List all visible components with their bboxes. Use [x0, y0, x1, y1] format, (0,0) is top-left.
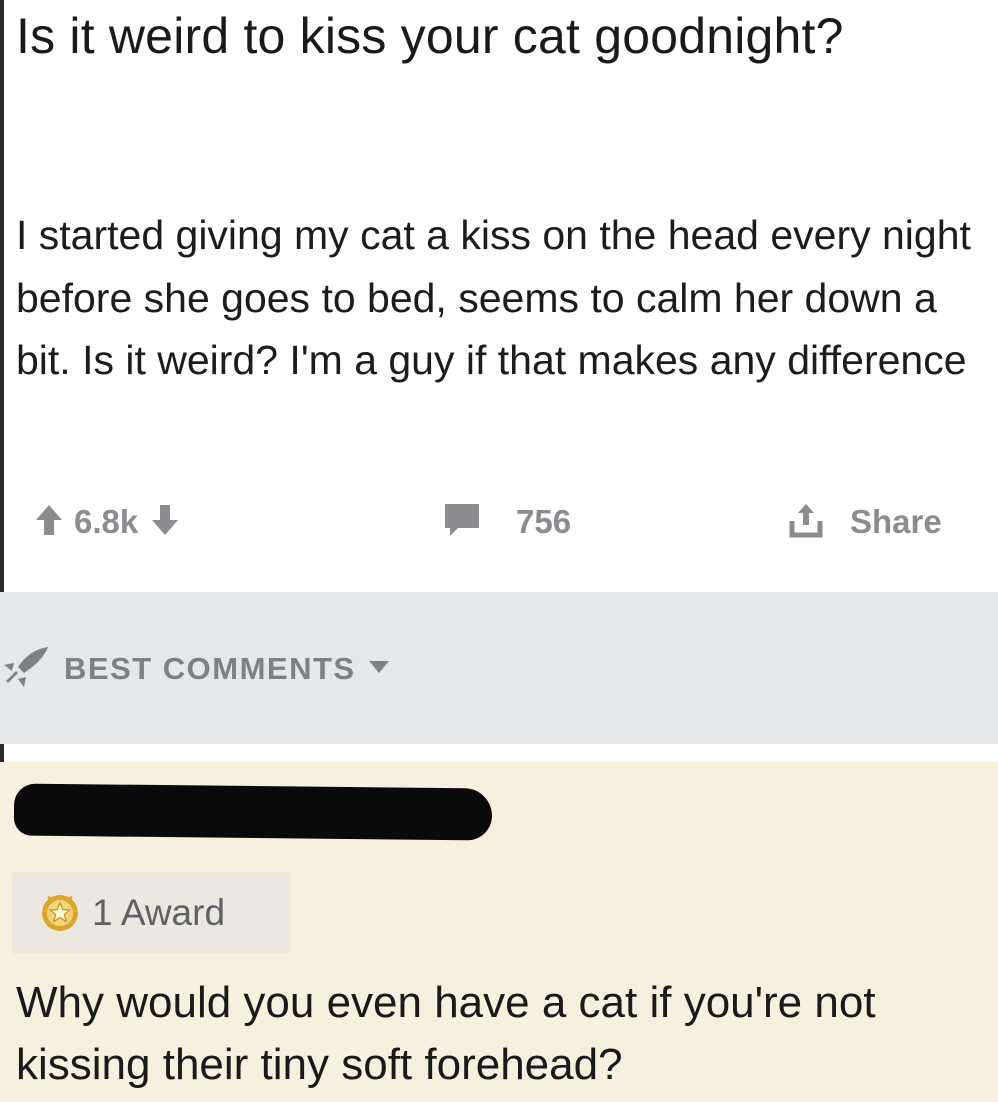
- post-body: I started giving my cat a kiss on the he…: [16, 212, 971, 383]
- share-icon: [788, 501, 824, 544]
- award-badge[interactable]: 1 Award: [12, 872, 290, 954]
- award-label: 1 Award: [92, 892, 226, 933]
- share-label: Share: [850, 503, 942, 540]
- vote-score: 6.8k: [74, 503, 139, 540]
- sort-label: BEST COMMENTS: [64, 651, 356, 686]
- comment-count: 756: [516, 503, 572, 540]
- caret-down-icon: [368, 660, 390, 679]
- redacted-username: [13, 783, 493, 841]
- comment-body: Why would you even have a cat if you're …: [16, 978, 876, 1089]
- comment-sort-selector[interactable]: BEST COMMENTS: [0, 636, 390, 702]
- comment-bubble-icon: [442, 501, 482, 544]
- share-button[interactable]: Share: [788, 490, 942, 554]
- upvote-arrow-icon[interactable]: [34, 503, 64, 542]
- award-badge-icon: [38, 889, 82, 938]
- comments-button[interactable]: 756: [442, 490, 571, 554]
- post-action-bar: 6.8k 756 Share: [0, 490, 998, 554]
- reddit-post-screenshot: Is it weird to kiss your cat goodnight? …: [0, 0, 998, 1102]
- vote-control: 6.8k: [34, 490, 180, 554]
- downvote-arrow-icon[interactable]: [150, 503, 180, 542]
- post-title[interactable]: Is it weird to kiss your cat goodnight?: [16, 4, 976, 68]
- rocket-icon: [0, 645, 52, 694]
